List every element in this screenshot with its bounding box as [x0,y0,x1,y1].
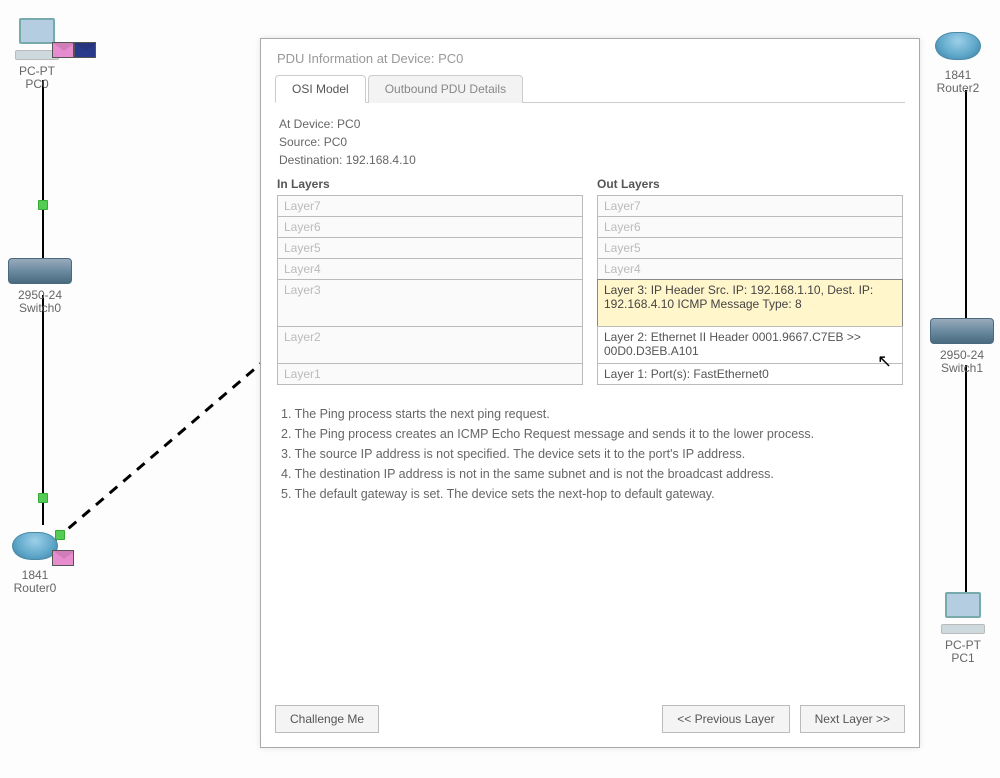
link-switch0-router0 [42,295,44,525]
device-name: Switch1 [941,361,983,375]
pdu-meta: At Device: PC0 Source: PC0 Destination: … [275,103,905,177]
out-layer6[interactable]: Layer6 [597,216,903,238]
destination: Destination: 192.168.4.10 [279,151,901,169]
switch-icon [930,318,994,344]
pdu-envelope-icon [74,42,96,58]
device-pc1[interactable]: PC-PT PC1 [938,592,988,665]
device-type: PC-PT [945,638,981,652]
link-router0-right [55,360,265,560]
in-layer2[interactable]: Layer2 [277,326,583,364]
in-layer7[interactable]: Layer7 [277,195,583,217]
pdu-tabs: OSI Model Outbound PDU Details [275,74,905,103]
in-layer1[interactable]: Layer1 [277,363,583,385]
pdu-info-window: PDU Information at Device: PC0 OSI Model… [260,38,920,748]
switch-icon [8,258,72,284]
source: Source: PC0 [279,133,901,151]
device-type: 1841 [22,568,49,582]
out-layer2[interactable]: Layer 2: Ethernet II Header 0001.9667.C7… [597,326,903,364]
out-layer1[interactable]: Layer 1: Port(s): FastEthernet0 [597,363,903,385]
device-router0[interactable]: 1841 Router0 [12,528,58,595]
pdu-envelope-icon [52,42,74,58]
tab-osi-model[interactable]: OSI Model [275,75,366,103]
challenge-me-button[interactable]: Challenge Me [275,705,379,733]
in-layers-column: In Layers Layer7 Layer6 Layer5 Layer4 La… [277,177,583,384]
device-type: 2950-24 [940,348,984,362]
link-dot [38,200,48,210]
device-type: 1841 [945,68,972,82]
device-switch0[interactable]: 2950-24 Switch0 [8,258,72,315]
pdu-window-title: PDU Information at Device: PC0 [275,47,905,74]
device-name: Switch0 [19,301,61,315]
device-type: PC-PT [19,64,55,78]
in-layers-head: In Layers [277,177,583,195]
device-name: Router2 [937,81,980,95]
out-layers-head: Out Layers [597,177,903,195]
device-type: 2950-24 [18,288,62,302]
out-layer5[interactable]: Layer5 [597,237,903,259]
out-layer3[interactable]: Layer 3: IP Header Src. IP: 192.168.1.10… [597,279,903,327]
router-icon [935,28,981,64]
in-layer4[interactable]: Layer4 [277,258,583,280]
link-router2-switch1 [965,90,967,320]
at-device: At Device: PC0 [279,115,901,133]
previous-layer-button[interactable]: << Previous Layer [662,705,789,733]
device-name: PC1 [951,651,974,665]
out-layer7[interactable]: Layer7 [597,195,903,217]
pdu-process-description: 1. The Ping process starts the next ping… [275,384,905,514]
device-switch1[interactable]: 2950-24 Switch1 [930,318,994,375]
in-layer6[interactable]: Layer6 [277,216,583,238]
next-layer-button[interactable]: Next Layer >> [800,705,905,733]
in-layer3[interactable]: Layer3 [277,279,583,327]
tab-outbound-pdu[interactable]: Outbound PDU Details [368,75,523,103]
out-layers-column: Out Layers Layer7 Layer6 Layer5 Layer4 L… [597,177,903,384]
out-layer4[interactable]: Layer4 [597,258,903,280]
cursor-icon: ↖ [877,351,892,372]
in-layer5[interactable]: Layer5 [277,237,583,259]
pc-icon [938,592,988,634]
device-router2[interactable]: 1841 Router2 [935,28,981,95]
device-name: Router0 [14,581,57,595]
link-pc0-switch0 [42,80,44,258]
link-switch1-pc1 [965,365,967,595]
device-name: PC0 [25,77,48,91]
link-dot [38,493,48,503]
device-pc0[interactable]: PC-PT PC0 [12,18,62,91]
pdu-envelope-icon [52,550,74,566]
